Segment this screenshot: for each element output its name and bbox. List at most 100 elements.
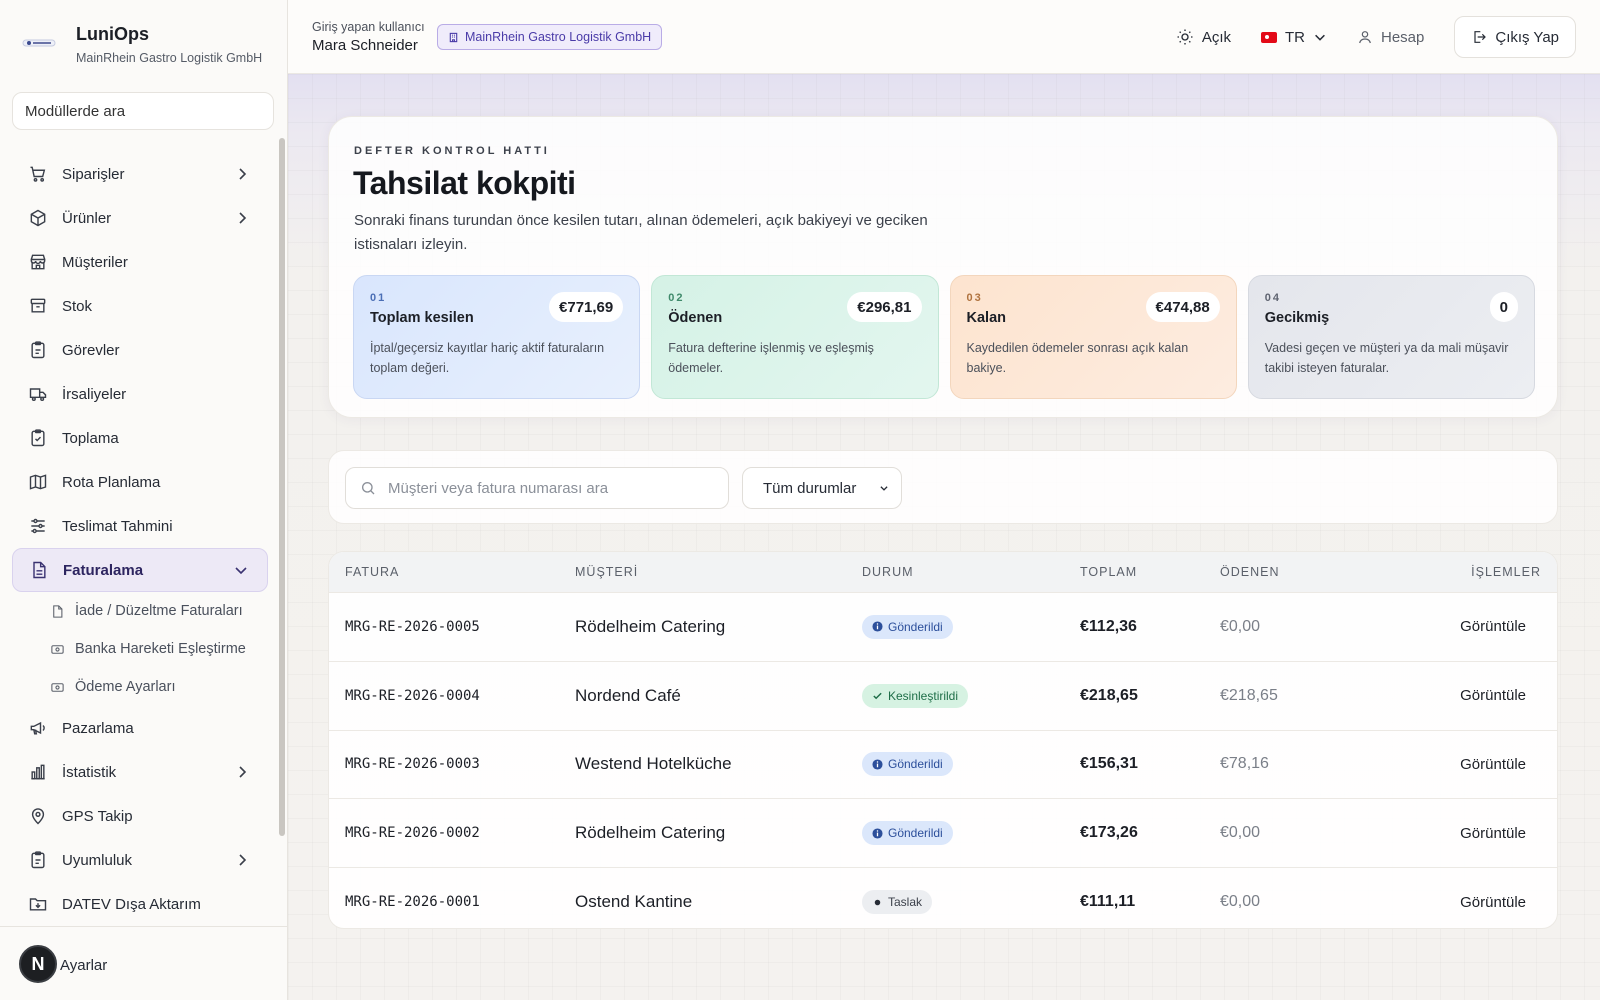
account-button[interactable]: Hesap bbox=[1357, 29, 1424, 46]
settings-link[interactable]: Ayarlar bbox=[60, 957, 107, 974]
topbar: Giriş yapan kullanıcı Mara Schneider Mai… bbox=[288, 0, 1600, 74]
status-badge: Taslak bbox=[862, 890, 933, 915]
invoice-number: MRG-RE-2026-0005 bbox=[345, 618, 480, 635]
logo-icon bbox=[20, 30, 58, 56]
table-row[interactable]: MRG-RE-2026-0003 Westend Hotelküche Gönd… bbox=[329, 729, 1557, 799]
sidebar: LuniOps MainRhein Gastro Logistik GmbH M… bbox=[0, 0, 288, 1000]
column-header-customer[interactable]: MÜŞTERİ bbox=[575, 565, 862, 579]
user-icon bbox=[1359, 31, 1371, 44]
sidebar-item-gps-tracking[interactable]: GPS Takip bbox=[12, 794, 268, 838]
brand[interactable]: LuniOps MainRhein Gastro Logistik GmbH bbox=[20, 24, 262, 65]
kpi-card-paid: 02 Ödenen €296,81 Fatura defterine işlen… bbox=[651, 275, 939, 399]
view-button[interactable]: Görüntüle bbox=[1420, 756, 1557, 773]
kpi-value: 0 bbox=[1489, 292, 1518, 322]
view-button[interactable]: Görüntüle bbox=[1420, 825, 1557, 842]
table-row[interactable]: MRG-RE-2026-0004 Nordend Café Kesinleşti… bbox=[329, 660, 1557, 730]
sidebar-item-tasks[interactable]: Görevler bbox=[12, 328, 268, 372]
sidebar-item-label: Teslimat Tahmini bbox=[62, 517, 173, 535]
chevron-right-icon bbox=[239, 854, 247, 866]
info-icon bbox=[872, 759, 883, 770]
sidebar-subitem-label: Banka Hareketi Eşleştirme bbox=[75, 641, 246, 657]
kpi-number: 04 bbox=[1264, 292, 1281, 304]
column-header-invoice[interactable]: FATURA bbox=[329, 565, 575, 579]
building-icon bbox=[449, 32, 458, 42]
sidebar-item-label: Siparişler bbox=[62, 165, 125, 183]
table-row[interactable]: MRG-RE-2026-0001 Ostend Kantine Taslak €… bbox=[329, 867, 1557, 928]
kpi-description: Vadesi geçen ve müşteri ya da mali müşav… bbox=[1264, 341, 1509, 375]
chevron-right-icon bbox=[239, 212, 247, 224]
sidebar-item-route-planning[interactable]: Rota Planlama bbox=[12, 460, 268, 504]
status-filter-select[interactable]: Tüm durumlar bbox=[742, 467, 902, 509]
kpi-description: İptal/geçersiz kayıtlar hariç aktif fatu… bbox=[370, 341, 605, 375]
user-caption: Giriş yapan kullanıcı bbox=[312, 20, 425, 34]
cart-icon bbox=[30, 166, 46, 182]
status-badge: Gönderildi bbox=[862, 614, 953, 639]
theme-toggle[interactable]: Açık bbox=[1176, 28, 1231, 46]
chevron-down-icon bbox=[880, 486, 888, 491]
chevron-down-icon bbox=[1315, 34, 1325, 41]
status-label: Taslak bbox=[888, 895, 923, 910]
logout-button[interactable]: Çıkış Yap bbox=[1454, 16, 1576, 58]
tenant-badge: MainRhein Gastro Logistik GmbH bbox=[437, 24, 663, 50]
sidebar-footer: N Ayarlar bbox=[0, 926, 287, 1000]
invoice-number: MRG-RE-2026-0003 bbox=[345, 756, 480, 773]
avatar[interactable]: N bbox=[19, 945, 57, 983]
sidebar-item-compliance[interactable]: Uyumluluk bbox=[12, 838, 268, 882]
sidebar-item-label: İstatistik bbox=[62, 763, 117, 781]
company-name: MainRhein Gastro Logistik GmbH bbox=[76, 51, 263, 65]
kpi-value: €771,69 bbox=[549, 292, 624, 322]
banknote-icon bbox=[51, 682, 64, 692]
view-button[interactable]: Görüntüle bbox=[1420, 894, 1557, 911]
sidebar-item-statistics[interactable]: İstatistik bbox=[12, 750, 268, 794]
sidebar-item-label: Stok bbox=[62, 297, 93, 315]
table-row[interactable]: MRG-RE-2026-0005 Rödelheim Catering Gönd… bbox=[329, 592, 1557, 661]
info-icon bbox=[872, 621, 883, 632]
kpi-description: Kaydedilen ödemeler sonrası açık kalan b… bbox=[966, 341, 1189, 375]
sidebar-item-stock[interactable]: Stok bbox=[12, 284, 268, 328]
column-header-status[interactable]: DURUM bbox=[862, 565, 1080, 579]
column-header-actions: İŞLEMLER bbox=[1471, 565, 1541, 579]
search-placeholder: Müşteri veya fatura numarası ara bbox=[388, 479, 609, 497]
chevron-right-icon bbox=[239, 168, 247, 180]
module-search-input[interactable]: Modüllerde ara bbox=[12, 92, 274, 130]
sun-icon bbox=[1177, 29, 1193, 45]
sidebar-item-orders[interactable]: Siparişler bbox=[12, 152, 268, 196]
sidebar-item-billing[interactable]: Faturalama bbox=[12, 548, 268, 592]
sidebar-item-products[interactable]: Ürünler bbox=[12, 196, 268, 240]
view-button[interactable]: Görüntüle bbox=[1420, 687, 1557, 704]
info-icon bbox=[872, 828, 883, 839]
clipboard-icon bbox=[31, 851, 45, 869]
table-row[interactable]: MRG-RE-2026-0002 Rödelheim Catering Gönd… bbox=[329, 798, 1557, 867]
sidebar-subitem-bank-matching[interactable]: Banka Hareketi Eşleştirme bbox=[12, 630, 268, 668]
sidebar-subitem-credit-notes[interactable]: İade / Düzeltme Faturaları bbox=[12, 592, 268, 630]
column-header-paid[interactable]: ÖDENEN bbox=[1220, 565, 1420, 579]
sidebar-scrollbar[interactable] bbox=[279, 138, 285, 836]
sidebar-item-datev-export[interactable]: DATEV Dışa Aktarım bbox=[12, 882, 268, 926]
theme-label: Açık bbox=[1201, 28, 1231, 46]
column-header-total[interactable]: TOPLAM bbox=[1080, 565, 1220, 579]
sidebar-item-marketing[interactable]: Pazarlama bbox=[12, 706, 268, 750]
invoice-search-input[interactable]: Müşteri veya fatura numarası ara bbox=[345, 467, 729, 509]
logout-label: Çıkış Yap bbox=[1495, 28, 1559, 46]
invoice-number: MRG-RE-2026-0004 bbox=[345, 687, 480, 704]
invoice-total: €112,36 bbox=[1080, 617, 1137, 635]
sidebar-item-customers[interactable]: Müşteriler bbox=[12, 240, 268, 284]
app-name: LuniOps bbox=[76, 24, 149, 44]
sidebar-item-delivery-notes[interactable]: İrsaliyeler bbox=[12, 372, 268, 416]
account-label: Hesap bbox=[1381, 28, 1425, 46]
user-name: Mara Schneider bbox=[312, 37, 418, 54]
sidebar-subitem-payment-settings[interactable]: Ödeme Ayarları bbox=[12, 668, 268, 706]
invoice-paid: €0,00 bbox=[1220, 824, 1261, 842]
invoice-number: MRG-RE-2026-0002 bbox=[345, 825, 480, 842]
file-icon bbox=[33, 561, 46, 579]
sidebar-item-picking[interactable]: Toplama bbox=[12, 416, 268, 460]
sidebar-item-label: Rota Planlama bbox=[62, 473, 161, 491]
status-label: Gönderildi bbox=[888, 757, 943, 772]
sidebar-item-delivery-estimate[interactable]: Teslimat Tahmini bbox=[12, 504, 268, 548]
sidebar-item-label: Faturalama bbox=[63, 561, 144, 579]
language-select[interactable]: TR bbox=[1261, 29, 1327, 46]
invoice-total: €156,31 bbox=[1080, 755, 1138, 773]
view-button[interactable]: Görüntüle bbox=[1420, 618, 1557, 635]
language-label: TR bbox=[1285, 28, 1305, 46]
kpi-description: Fatura defterine işlenmiş ve eşleşmiş öd… bbox=[668, 341, 874, 375]
